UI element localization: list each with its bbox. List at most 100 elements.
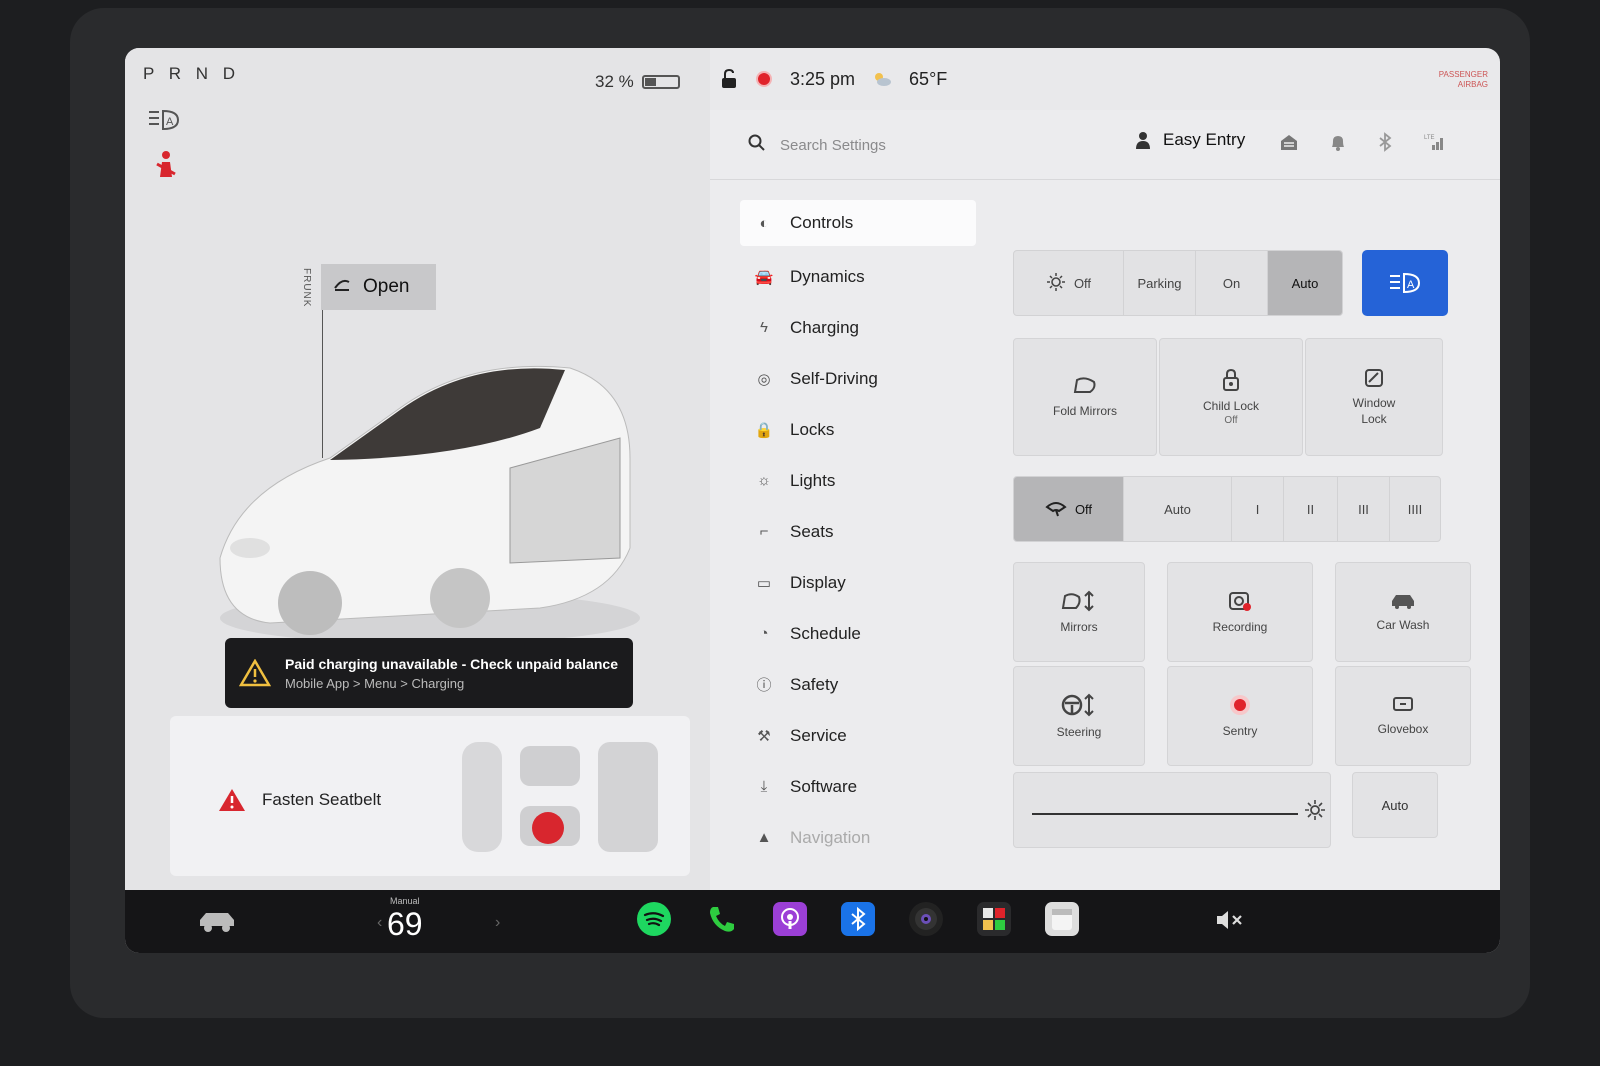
frunk-label: FRUNK [301, 268, 312, 308]
menu-item-label: Lights [790, 470, 836, 490]
menu-item-service[interactable]: ⚒ Service [740, 710, 976, 761]
menu-item-software[interactable]: ⤓ Software [740, 761, 976, 812]
wiper-mode-selector: Off Auto I II III IIII [1013, 476, 1441, 542]
headlights-option-1[interactable]: Parking [1124, 251, 1196, 315]
bluetooth-app-icon[interactable] [841, 902, 875, 936]
settings-menu: ◐ Controls 🚘 Dynamics ϟ Charging ◎ Self-Driving… [740, 200, 976, 863]
volume-mute-icon[interactable] [1215, 908, 1247, 932]
airbag-line2: AIRBAG [1457, 80, 1488, 89]
calendar-icon[interactable] [1045, 902, 1079, 936]
charging-alert-banner[interactable]: Paid charging unavailable - Check unpaid… [225, 638, 633, 708]
navigation-icon: ▲ [756, 829, 772, 846]
driver-profile-button[interactable]: Easy Entry [1135, 130, 1245, 150]
menu-item-label: Dynamics [790, 266, 865, 286]
window-lock-button[interactable]: Window Lock [1305, 338, 1443, 456]
recording-button[interactable]: Recording [1167, 562, 1313, 662]
steering-label: Steering [1056, 725, 1102, 739]
wipers-option-label: III [1358, 501, 1369, 517]
status-bar: 3:25 pm 65°F PASSENGER AIRBAG [710, 48, 1500, 110]
temp-down-icon[interactable]: ‹ [377, 914, 382, 932]
garage-icon[interactable] [1280, 133, 1298, 151]
menu-item-label: Navigation [790, 827, 871, 847]
wipers-option-2[interactable]: I [1232, 477, 1284, 541]
seatbelt-card[interactable]: Fasten Seatbelt [170, 716, 690, 876]
wrench-icon: ⚒ [757, 727, 771, 745]
alert-triangle-icon [219, 789, 245, 811]
wipers-option-label: I [1255, 501, 1260, 517]
wipers-option-0[interactable]: Off [1014, 477, 1124, 541]
menu-item-seats[interactable]: ⌐ Seats [740, 506, 976, 557]
wipers-option-4[interactable]: III [1338, 477, 1390, 541]
menu-item-locks[interactable]: 🔒 Locks [740, 404, 976, 455]
unlocked-icon[interactable] [720, 69, 738, 89]
passenger-airbag-indicator: PASSENGER AIRBAG [1439, 70, 1488, 90]
mirrors-adjust-button[interactable]: Mirrors [1013, 562, 1145, 662]
headlights-option-0[interactable]: Off [1014, 251, 1124, 315]
menu-item-lights[interactable]: ☼ Lights [740, 455, 976, 506]
phone-icon[interactable] [705, 902, 739, 936]
camera-icon[interactable] [909, 902, 943, 936]
car-wash-button[interactable]: Car Wash [1335, 562, 1471, 662]
menu-item-display[interactable]: ▭ Display [740, 557, 976, 608]
child-lock-button[interactable]: Child Lock Off [1159, 338, 1303, 456]
car-image [219, 365, 640, 644]
display-brightness-control[interactable] [1013, 772, 1331, 848]
fold-mirrors-button[interactable]: Fold Mirrors [1013, 338, 1157, 456]
temperature-value: 69 [387, 906, 423, 942]
svg-text:LTE: LTE [1424, 135, 1435, 141]
menu-item-schedule[interactable]: ◔ Schedule [740, 608, 976, 659]
toybox-icon[interactable] [977, 902, 1011, 936]
headlights-option-3[interactable]: Auto [1268, 251, 1342, 315]
search-icon[interactable] [748, 134, 766, 152]
spotify-icon[interactable] [637, 902, 671, 936]
frunk-open-button[interactable]: Open [321, 264, 436, 310]
wipers-option-1[interactable]: Auto [1124, 477, 1232, 541]
wipers-option-5[interactable]: IIII [1390, 477, 1440, 541]
search-settings-input[interactable] [780, 130, 1040, 160]
menu-item-self-driving[interactable]: ◎ Self-Driving [740, 353, 976, 404]
window-lock-label2: Lock [1361, 412, 1387, 426]
glovebox-button[interactable]: Glovebox [1335, 666, 1471, 766]
clock-icon: ◔ [759, 625, 769, 642]
window-lock-label1: Window [1352, 396, 1396, 410]
brightness-slider[interactable] [1032, 813, 1298, 815]
auto-high-beam-icon: A [1390, 272, 1421, 294]
header-icons: LTE [1280, 132, 1446, 152]
menu-item-label: Self-Driving [790, 368, 878, 388]
steering-adjust-button[interactable]: Steering [1013, 666, 1145, 766]
menu-item-label: Charging [790, 317, 859, 337]
menu-item-safety[interactable]: ⓘ Safety [740, 659, 976, 710]
app-dock [637, 902, 1079, 936]
temp-up-icon[interactable]: › [495, 914, 500, 932]
airbag-line1: PASSENGER [1438, 70, 1488, 79]
wipers-option-label: Auto [1164, 501, 1191, 517]
car-menu-icon[interactable] [197, 908, 237, 934]
safety-icon: ⓘ [756, 677, 772, 694]
dashcam-recording-icon[interactable] [756, 71, 772, 87]
headlights-option-label: Parking [1137, 275, 1182, 291]
warning-triangle-icon [239, 659, 271, 687]
menu-item-controls[interactable]: ◐ Controls [740, 200, 976, 246]
menu-item-label: Service [790, 725, 847, 745]
auto-high-beam-button[interactable]: A [1362, 250, 1448, 316]
adjust-row-2: Steering Sentry Glovebox [1013, 666, 1471, 766]
notification-bell-icon[interactable] [1330, 133, 1346, 151]
menu-item-charging[interactable]: ϟ Charging [740, 302, 976, 353]
wipers-option-3[interactable]: II [1284, 477, 1338, 541]
mirror-lock-row: Fold Mirrors Child Lock Off Window Lock [1013, 338, 1443, 456]
clock-time: 3:25 pm [790, 68, 856, 89]
sentry-icon [1230, 695, 1250, 715]
lte-signal-icon: LTE [1424, 135, 1443, 150]
climate-temperature[interactable]: Manual 69 [387, 896, 423, 943]
headlights-option-2[interactable]: On [1196, 251, 1268, 315]
seatbelt-warning-text: Fasten Seatbelt [262, 790, 382, 809]
child-lock-state: Off [1224, 414, 1238, 426]
bluetooth-icon[interactable] [1378, 132, 1392, 152]
menu-item-label: Display [790, 572, 846, 592]
menu-item-dynamics[interactable]: 🚘 Dynamics [740, 251, 976, 302]
sentry-mode-button[interactable]: Sentry [1167, 666, 1313, 766]
brightness-auto-button[interactable]: Auto [1352, 772, 1438, 838]
podcasts-icon[interactable] [773, 902, 807, 936]
alert-title: Paid charging unavailable - Check unpaid… [285, 655, 618, 672]
menu-item-navigation[interactable]: ▲ Navigation [740, 812, 976, 863]
